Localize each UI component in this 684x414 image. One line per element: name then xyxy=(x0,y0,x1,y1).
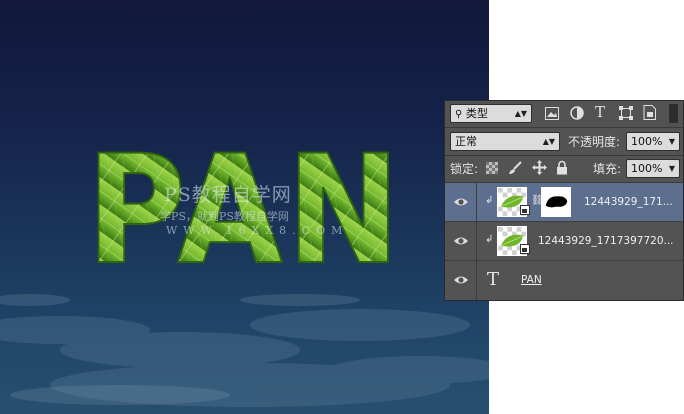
fill-label: 填充: xyxy=(593,162,622,176)
layer-name: 12443929_171... xyxy=(584,196,673,208)
lock-label: 锁定: xyxy=(450,162,479,176)
blend-mode-dropdown[interactable]: 正常 ▲▼ xyxy=(450,132,560,151)
image-filter-icon[interactable] xyxy=(545,107,559,120)
layer-name: 12443929_1717397720... xyxy=(538,235,674,247)
opacity-label: 不透明度: xyxy=(568,135,621,149)
chevron-down-icon: ▼ xyxy=(668,164,675,173)
opacity-value: 100% xyxy=(631,135,663,148)
fill-field[interactable]: 100% ▼ xyxy=(626,159,680,178)
filter-toggle-switch[interactable] xyxy=(669,104,678,123)
watermark-subtitle: 学PS，就到PS教程自学网 xyxy=(160,210,289,223)
clipping-arrow-icon: ↲ xyxy=(485,195,494,206)
layer-row-text-pan[interactable]: T PAN xyxy=(445,261,683,300)
fill-value: 100% xyxy=(631,162,663,175)
lock-position-move-icon[interactable] xyxy=(532,160,547,175)
shape-filter-icon[interactable] xyxy=(619,106,633,120)
filter-kind-dropdown[interactable]: ⚲ 类型 ▲▼ xyxy=(450,104,532,123)
blend-opacity-row: 正常 ▲▼ 不透明度: 100% ▼ xyxy=(445,129,683,154)
type-layer-icon: T xyxy=(487,269,500,290)
leaf-art-text: PAN xyxy=(85,123,401,299)
lock-all-icon[interactable] xyxy=(556,160,568,175)
layer-row-leaf-masked[interactable]: ↲ ⛓ 12443929_171... xyxy=(445,183,683,222)
layer-filter-row: ⚲ 类型 ▲▼ T xyxy=(445,101,683,126)
eye-visibility-icon[interactable] xyxy=(453,272,469,288)
clipping-arrow-icon: ↲ xyxy=(485,234,494,245)
watermark-title: PS教程自学网 xyxy=(164,184,292,206)
document-canvas[interactable]: PAN PS教程自学网 学PS，就到PS教程自学网 WWW.16XX8.COM xyxy=(0,0,489,414)
eye-visibility-icon[interactable] xyxy=(453,194,469,210)
chevron-updown-icon: ▲▼ xyxy=(542,137,555,146)
smart-object-filter-icon[interactable] xyxy=(643,105,656,120)
lock-pixels-brush-icon[interactable] xyxy=(508,161,522,175)
eye-visibility-icon[interactable] xyxy=(453,233,469,249)
opacity-field[interactable]: 100% ▼ xyxy=(626,132,680,151)
filter-kind-label: 类型 xyxy=(465,107,488,120)
smart-object-badge-icon xyxy=(520,244,530,254)
type-filter-icon[interactable]: T xyxy=(595,103,605,121)
adjustment-filter-icon[interactable] xyxy=(570,106,584,120)
layer-mask-thumbnail[interactable] xyxy=(541,187,571,217)
layers-panel: ⚲ 类型 ▲▼ T 正常 ▲▼ 不透明度: 100% ▼ 锁定: 填充: 100… xyxy=(444,100,684,301)
smart-object-badge-icon xyxy=(520,205,530,215)
layer-row-leaf[interactable]: ↲ 12443929_1717397720... xyxy=(445,222,683,261)
search-icon: ⚲ xyxy=(455,109,463,120)
watermark-url: WWW.16XX8.COM xyxy=(166,224,349,237)
layer-name: PAN xyxy=(521,274,542,286)
lock-fill-row: 锁定: 填充: 100% ▼ xyxy=(445,156,683,181)
blend-mode-value: 正常 xyxy=(455,135,477,148)
chevron-updown-icon: ▲▼ xyxy=(514,109,527,118)
lock-transparency-icon[interactable] xyxy=(486,162,498,174)
chevron-down-icon: ▼ xyxy=(668,137,675,146)
